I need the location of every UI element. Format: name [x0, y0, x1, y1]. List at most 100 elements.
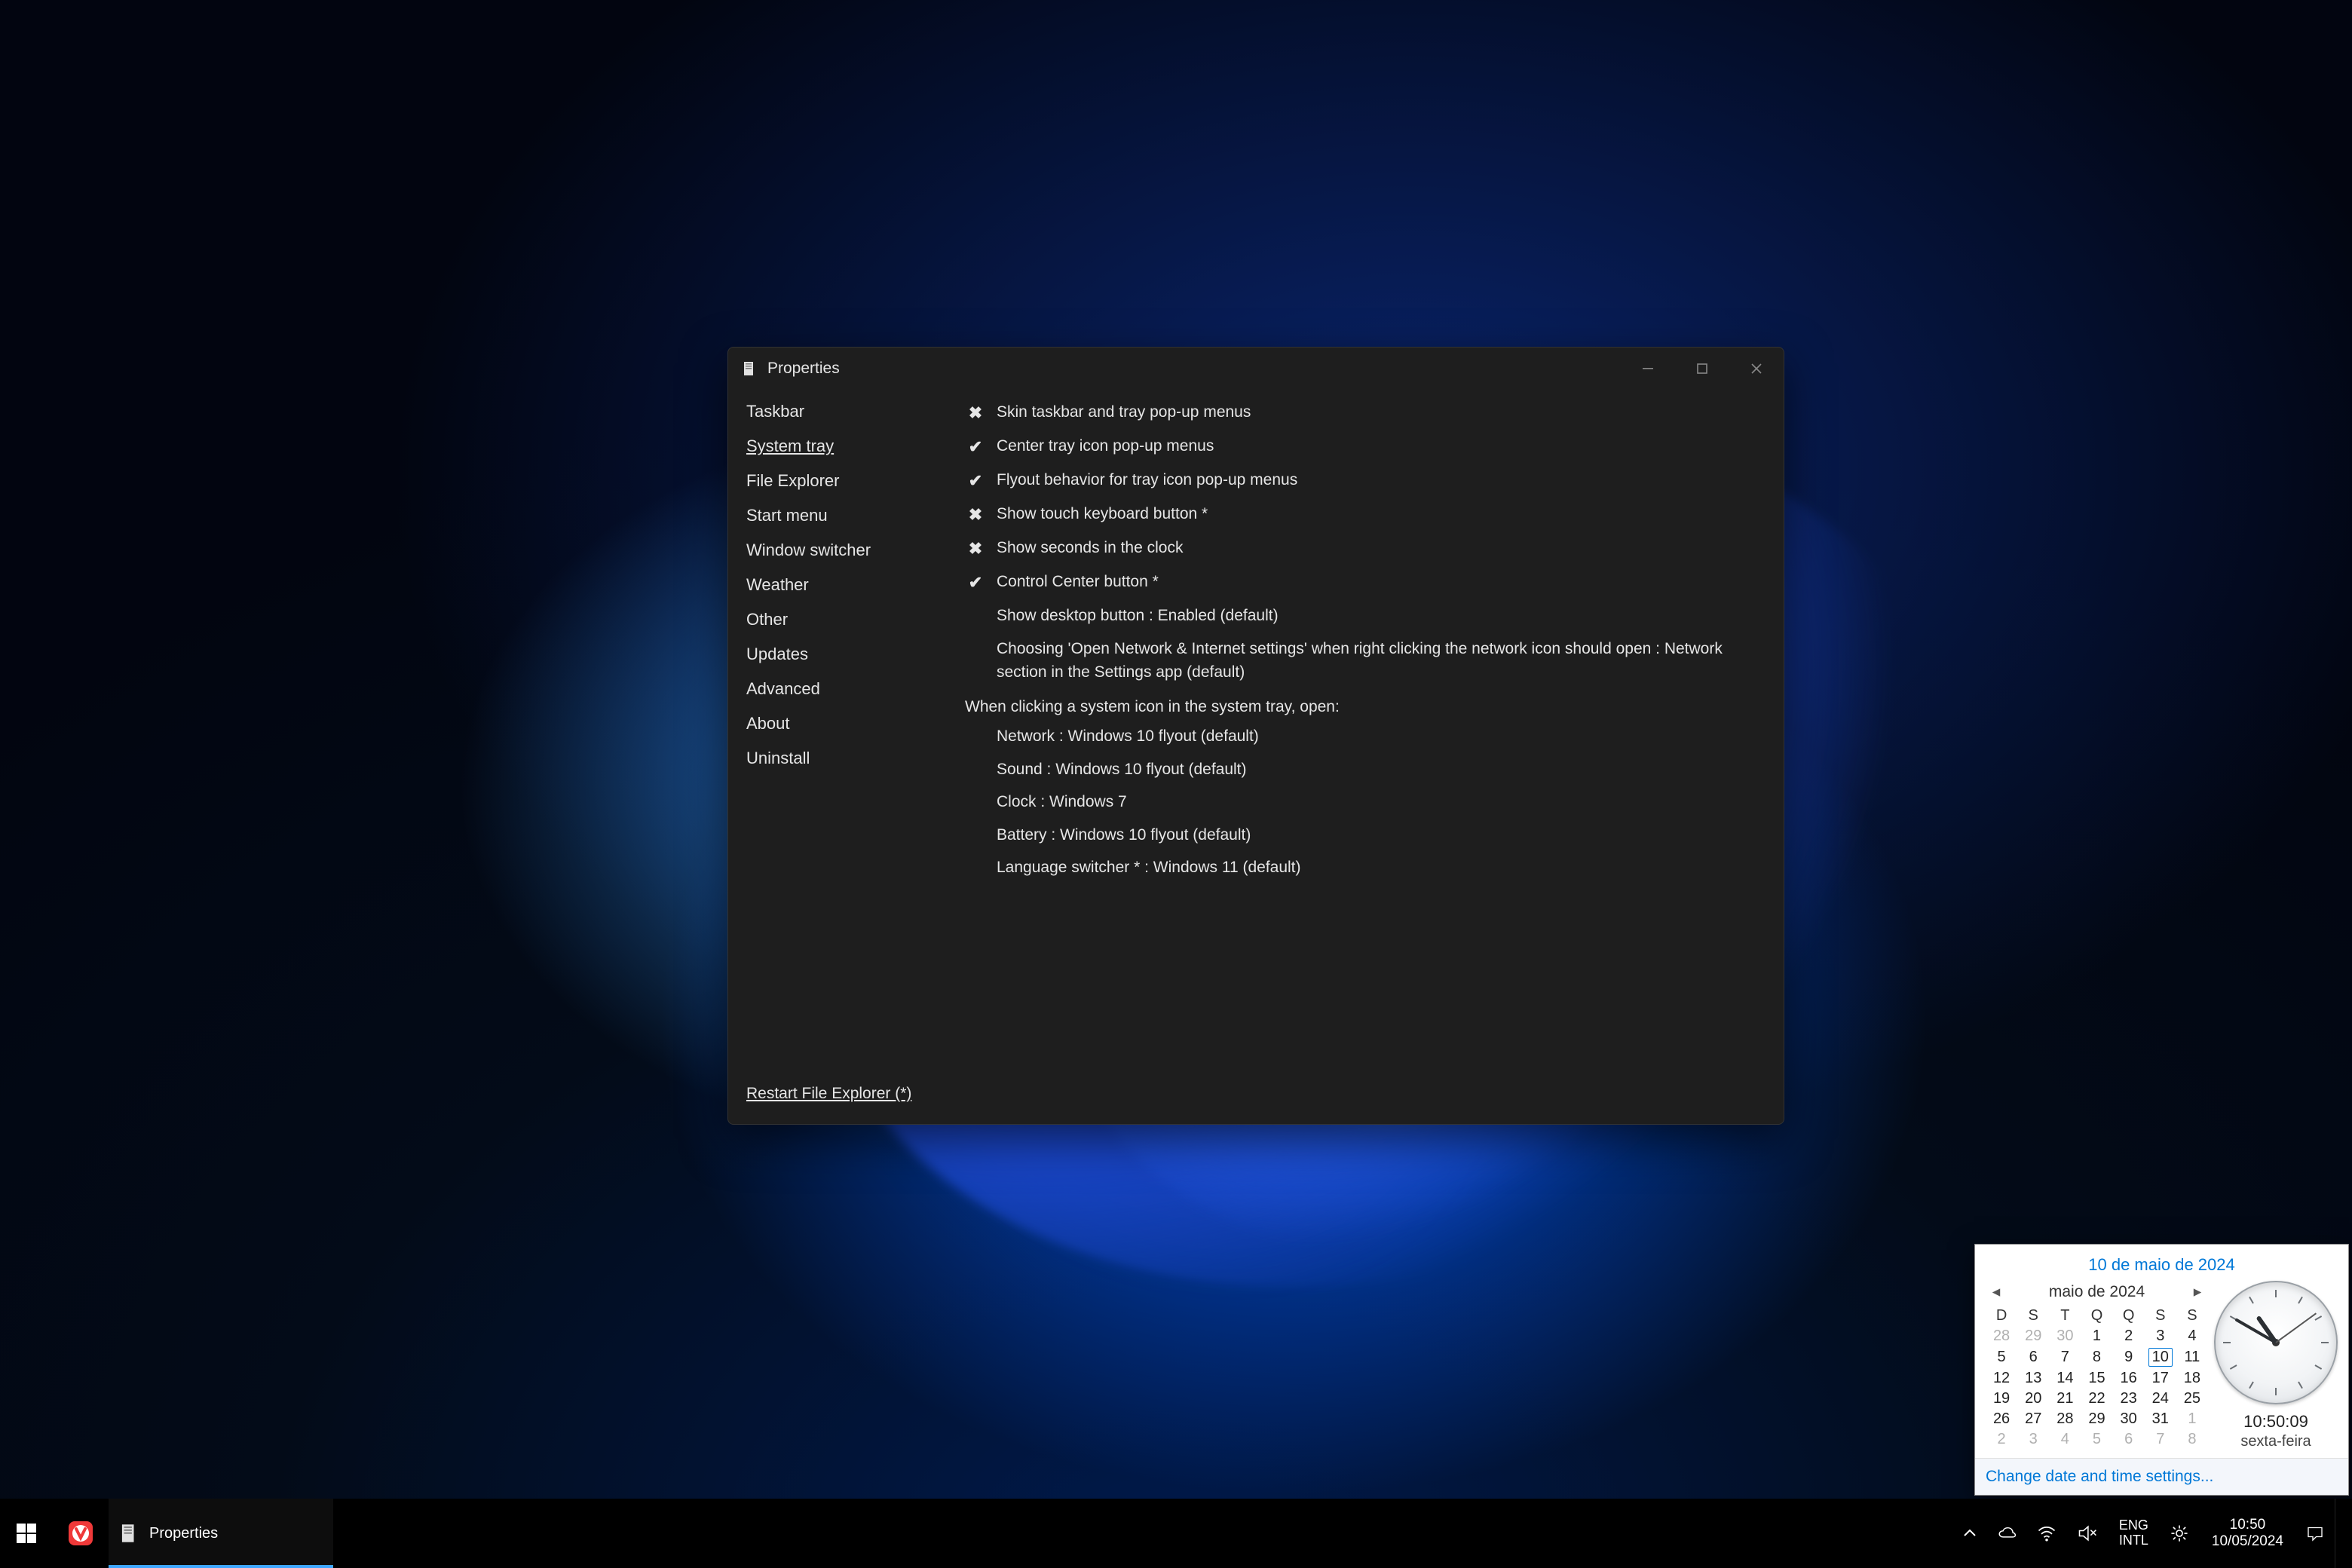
calendar-day[interactable]: 17: [2145, 1368, 2176, 1389]
calendar-day[interactable]: 2: [2113, 1326, 2145, 1346]
setting-row[interactable]: Show seconds in the clock: [965, 531, 1766, 565]
calendar-day[interactable]: 5: [1986, 1346, 2017, 1368]
flyout-row[interactable]: Network : Windows 10 flyout (default): [965, 720, 1766, 753]
calendar-day[interactable]: 10: [2145, 1346, 2176, 1368]
tray-control-center[interactable]: [2161, 1499, 2198, 1568]
calendar-day[interactable]: 30: [2049, 1326, 2081, 1346]
tray-overflow-button[interactable]: [1953, 1499, 1986, 1568]
calendar-day[interactable]: 11: [2176, 1346, 2208, 1368]
flyout-date-header: 10 de maio de 2024: [1975, 1245, 2348, 1278]
restart-file-explorer-link[interactable]: Restart File Explorer (*): [746, 1085, 965, 1124]
calendar: ◂ maio de 2024 ▸ DSTQQSS 282930123456789…: [1986, 1281, 2208, 1450]
calendar-day[interactable]: 29: [2017, 1326, 2049, 1346]
calendar-day[interactable]: 31: [2145, 1409, 2176, 1429]
calendar-day[interactable]: 25: [2176, 1389, 2208, 1409]
clock-tick: [2275, 1290, 2277, 1297]
calendar-day[interactable]: 29: [2081, 1409, 2112, 1429]
nav-item-uninstall[interactable]: Uninstall: [746, 741, 965, 776]
tray-onedrive[interactable]: [1988, 1499, 2026, 1568]
calendar-day[interactable]: 15: [2081, 1368, 2112, 1389]
calendar-day[interactable]: 6: [2017, 1346, 2049, 1368]
calendar-day[interactable]: 4: [2176, 1326, 2208, 1346]
titlebar[interactable]: Properties: [728, 348, 1784, 390]
calendar-day[interactable]: 1: [2176, 1409, 2208, 1429]
flyout-row[interactable]: Sound : Windows 10 flyout (default): [965, 753, 1766, 786]
nav-item-file-explorer[interactable]: File Explorer: [746, 464, 965, 498]
calendar-day[interactable]: 26: [1986, 1409, 2017, 1429]
calendar-day[interactable]: 21: [2049, 1389, 2081, 1409]
change-date-time-link[interactable]: Change date and time settings...: [1986, 1468, 2213, 1485]
tray-notifications[interactable]: [2297, 1499, 2333, 1568]
nav-item-taskbar[interactable]: Taskbar: [746, 394, 965, 429]
nav-item-other[interactable]: Other: [746, 602, 965, 637]
calendar-day[interactable]: 23: [2113, 1389, 2145, 1409]
setting-row[interactable]: Skin taskbar and tray pop-up menus: [965, 396, 1766, 430]
nav-item-updates[interactable]: Updates: [746, 637, 965, 672]
setting-row[interactable]: Show desktop button : Enabled (default): [965, 599, 1766, 632]
calendar-day[interactable]: 1: [2081, 1326, 2112, 1346]
calendar-day[interactable]: 24: [2145, 1389, 2176, 1409]
clock-tick: [2230, 1364, 2237, 1370]
tray-volume[interactable]: [2068, 1499, 2107, 1568]
properties-window: Properties TaskbarSystem trayFile Explor…: [727, 347, 1784, 1125]
flyout-label: Sound : Windows 10 flyout (default): [997, 758, 1766, 782]
close-button[interactable]: [1729, 348, 1784, 390]
calendar-day[interactable]: 18: [2176, 1368, 2208, 1389]
setting-row[interactable]: Show touch keyboard button *: [965, 498, 1766, 531]
taskbar-task-properties[interactable]: Properties: [109, 1499, 333, 1568]
calendar-day[interactable]: 27: [2017, 1409, 2049, 1429]
nav-item-about[interactable]: About: [746, 706, 965, 741]
flyout-row[interactable]: Battery : Windows 10 flyout (default): [965, 819, 1766, 852]
calendar-day[interactable]: 4: [2049, 1429, 2081, 1450]
calendar-day[interactable]: 8: [2081, 1346, 2112, 1368]
calendar-day[interactable]: 30: [2113, 1409, 2145, 1429]
tray-time: 10:50: [2230, 1517, 2266, 1533]
next-month-button[interactable]: ▸: [2190, 1282, 2205, 1301]
calendar-day[interactable]: 6: [2113, 1429, 2145, 1450]
clock-tick: [2314, 1315, 2322, 1321]
notification-icon: [2306, 1524, 2324, 1542]
cloud-icon: [1997, 1524, 2017, 1543]
calendar-grid[interactable]: DSTQQSS 28293012345678910111213141516171…: [1986, 1306, 2208, 1450]
nav-item-system-tray[interactable]: System tray: [746, 429, 965, 464]
setting-row[interactable]: Flyout behavior for tray icon pop-up men…: [965, 464, 1766, 498]
nav-item-weather[interactable]: Weather: [746, 568, 965, 602]
flyout-row[interactable]: Clock : Windows 7: [965, 786, 1766, 819]
calendar-day[interactable]: 12: [1986, 1368, 2017, 1389]
calendar-day[interactable]: 7: [2049, 1346, 2081, 1368]
calendar-day[interactable]: 28: [2049, 1409, 2081, 1429]
calendar-day[interactable]: 13: [2017, 1368, 2049, 1389]
setting-row[interactable]: Control Center button *: [965, 565, 1766, 599]
maximize-button[interactable]: [1675, 348, 1729, 390]
calendar-day[interactable]: 8: [2176, 1429, 2208, 1450]
calendar-day[interactable]: 19: [1986, 1389, 2017, 1409]
nav-item-window-switcher[interactable]: Window switcher: [746, 533, 965, 568]
calendar-day[interactable]: 22: [2081, 1389, 2112, 1409]
show-desktop-button[interactable]: [2335, 1499, 2352, 1568]
calendar-day[interactable]: 16: [2113, 1368, 2145, 1389]
clock-tick: [2314, 1364, 2322, 1370]
nav-item-start-menu[interactable]: Start menu: [746, 498, 965, 533]
setting-row[interactable]: Center tray icon pop-up menus: [965, 430, 1766, 464]
weekday-header: S: [2017, 1306, 2049, 1326]
calendar-day[interactable]: 20: [2017, 1389, 2049, 1409]
flyout-row[interactable]: Language switcher * : Windows 11 (defaul…: [965, 851, 1766, 884]
calendar-day[interactable]: 14: [2049, 1368, 2081, 1389]
calendar-day[interactable]: 5: [2081, 1429, 2112, 1450]
calendar-day[interactable]: 3: [2145, 1326, 2176, 1346]
calendar-day[interactable]: 28: [1986, 1326, 2017, 1346]
calendar-day[interactable]: 3: [2017, 1429, 2049, 1450]
tray-clock[interactable]: 10:50 10/05/2024: [2200, 1499, 2295, 1568]
tray-wifi[interactable]: [2027, 1499, 2066, 1568]
prev-month-button[interactable]: ◂: [1989, 1282, 2004, 1301]
pinned-app-vivaldi[interactable]: [53, 1499, 109, 1568]
calendar-day[interactable]: 9: [2113, 1346, 2145, 1368]
setting-row[interactable]: Choosing 'Open Network & Internet settin…: [965, 632, 1766, 689]
start-button[interactable]: [0, 1499, 53, 1568]
tray-language[interactable]: ENG INTL: [2109, 1499, 2159, 1568]
minimize-button[interactable]: [1621, 348, 1675, 390]
calendar-day[interactable]: 2: [1986, 1429, 2017, 1450]
nav-item-advanced[interactable]: Advanced: [746, 672, 965, 706]
calendar-day[interactable]: 7: [2145, 1429, 2176, 1450]
clock-tick: [2298, 1297, 2303, 1304]
